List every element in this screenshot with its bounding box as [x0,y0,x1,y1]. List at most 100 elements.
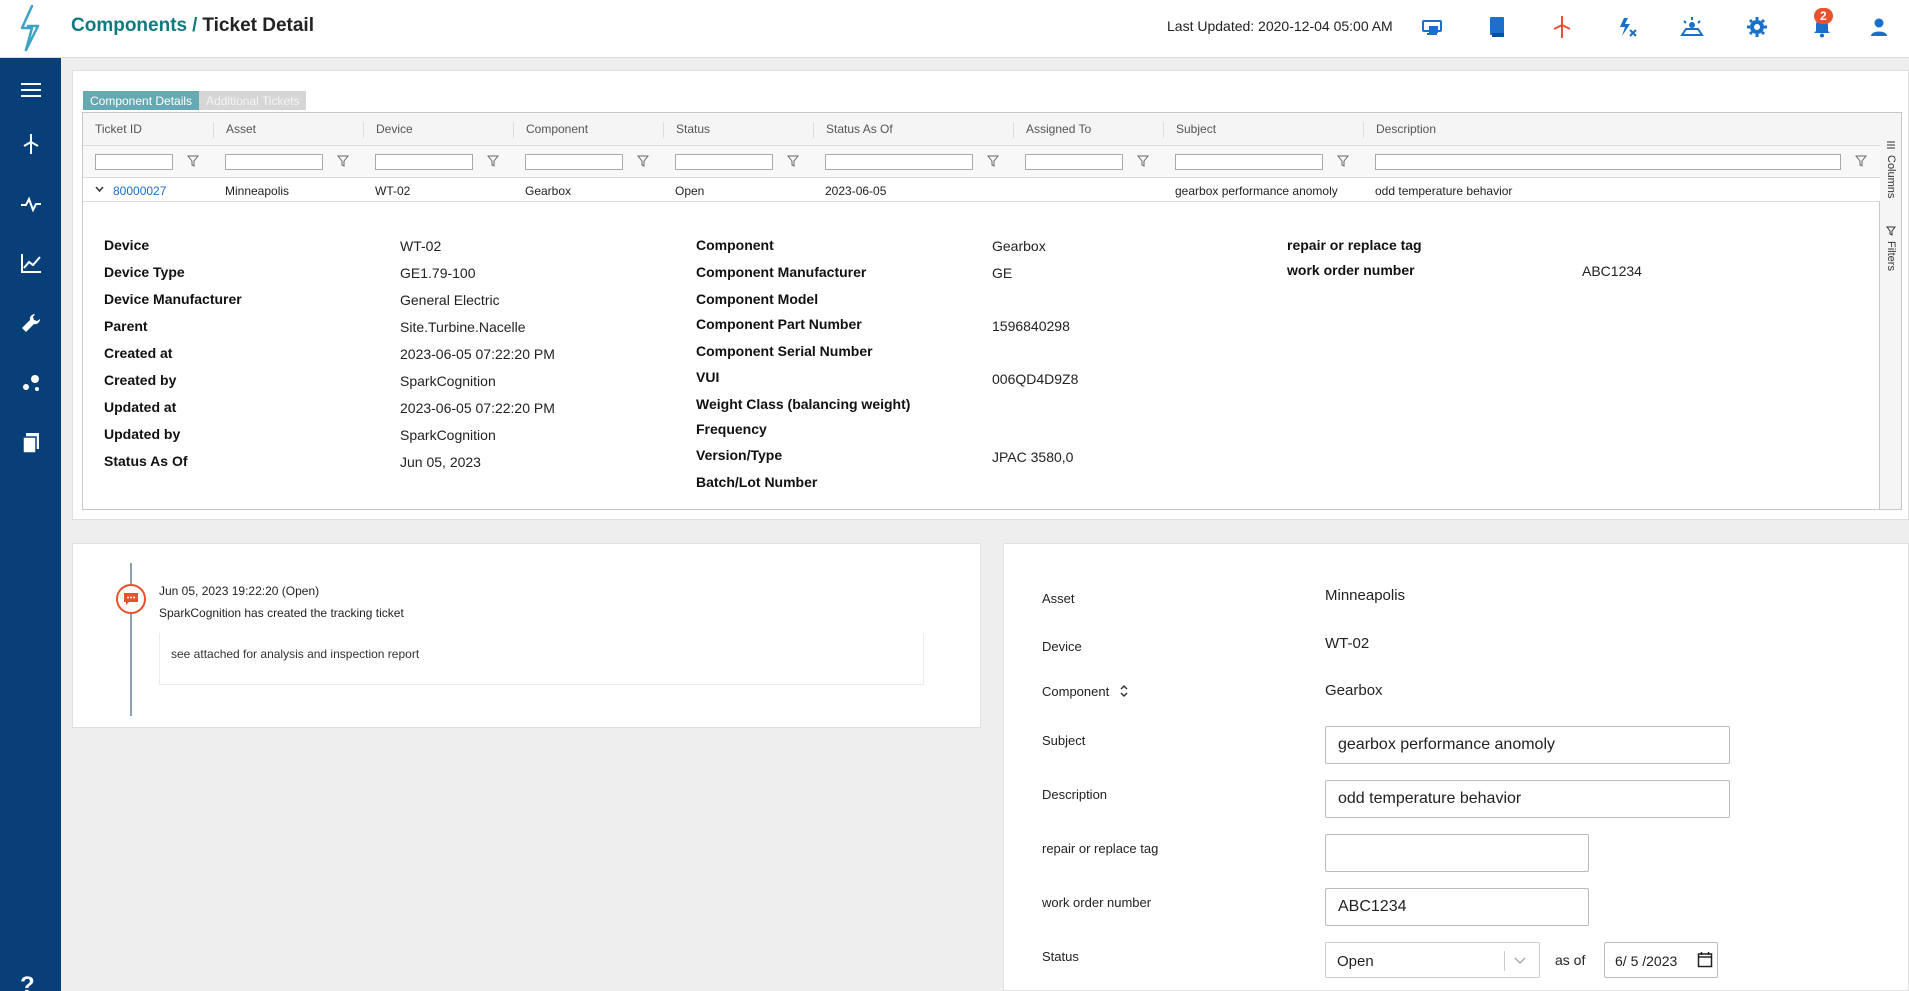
detail-label: work order number [1287,262,1415,278]
help-icon[interactable]: ? [20,972,35,991]
subject-filter-input[interactable] [1175,154,1323,170]
detail-value: General Electric [400,292,500,308]
detail-value: 2023-06-05 07:22:20 PM [400,346,555,362]
detail-value: WT-02 [400,238,442,254]
monitor-icon[interactable] [1415,12,1449,42]
column-header-device[interactable]: Device [363,122,413,138]
work-order-number-input[interactable] [1325,888,1589,926]
menu-icon[interactable] [0,70,61,110]
columns-icon[interactable] [1886,140,1896,150]
column-header-asset[interactable]: Asset [213,122,256,138]
timeline-note-text: see attached for analysis and inspection… [171,647,420,661]
column-header-ticket-id[interactable]: Ticket ID [83,122,142,138]
detail-label: Weight Class (balancing weight) [696,396,911,412]
status-filter-input[interactable] [675,154,773,170]
description-input[interactable] [1325,780,1730,818]
detail-value: Site.Turbine.Nacelle [400,319,526,335]
asset-value: Minneapolis [1325,587,1406,604]
filter-icon[interactable] [187,155,199,167]
column-header-assigned-to[interactable]: Assigned To [1013,122,1091,138]
detail-label: Updated by [104,426,181,442]
filter-icon[interactable] [987,155,999,167]
detail-value: Jun 05, 2023 [400,454,481,470]
ticket-id-link[interactable]: 80000027 [113,184,166,198]
filter-icon[interactable] [1855,155,1867,167]
assigned-to-filter-input[interactable] [1025,154,1123,170]
component-cell: Gearbox [525,184,572,198]
columns-tool-button[interactable]: Columns [1885,155,1897,198]
detail-label: Status As Of [104,453,188,469]
filter-icon[interactable] [1337,155,1349,167]
filter-icon[interactable] [1137,155,1149,167]
solar-icon[interactable] [1675,12,1709,42]
detail-value: 1596840298 [992,318,1070,334]
description-cell: odd temperature behavior [1375,184,1513,198]
status-date-input[interactable]: 6/ 5 /2023 [1604,942,1718,978]
filter-icon[interactable] [787,155,799,167]
chevron-down-icon[interactable] [95,186,104,193]
grid-header: Ticket ID Asset Device Component Status … [83,113,1881,146]
wrench-icon[interactable] [0,303,61,343]
subject-input[interactable] [1325,726,1730,764]
component-label: Component [1042,680,1129,699]
column-header-status-as-of[interactable]: Status As Of [813,122,893,138]
detail-value: 2023-06-05 07:22:20 PM [400,400,555,416]
device-filter-input[interactable] [375,154,473,170]
ticket-id-filter-input[interactable] [95,154,173,170]
documents-icon[interactable] [0,423,61,463]
column-header-component[interactable]: Component [513,122,588,138]
user-icon[interactable] [1862,12,1896,42]
component-value: Gearbox [1325,682,1383,699]
as-of-label: as of [1555,952,1586,968]
column-header-status[interactable]: Status [663,122,710,138]
detail-value: Gearbox [992,238,1046,254]
wind-turbine-icon[interactable] [1545,12,1579,42]
detail-label: Batch/Lot Number [696,474,818,490]
detail-label: Version/Type [696,447,783,463]
wind-turbine-icon[interactable] [0,124,61,164]
column-header-description[interactable]: Description [1363,122,1436,138]
filters-tool-button[interactable]: Filters [1885,241,1897,271]
sidebar: ? [0,58,61,991]
table-row[interactable]: 80000027 Minneapolis WT-02 Gearbox Open … [83,178,1881,202]
grid-tool-panel: Columns Filters [1880,112,1902,510]
description-filter-input[interactable] [1375,154,1841,170]
status-as-of-filter-input[interactable] [825,154,973,170]
detail-label: Device Manufacturer [104,291,242,307]
sort-icon[interactable] [1119,683,1129,699]
component-filter-input[interactable] [525,154,623,170]
detail-label: Created at [104,345,173,361]
calendar-icon[interactable] [1697,951,1713,968]
detail-label: Component Part Number [696,316,862,332]
device-value: WT-02 [1325,635,1370,652]
filter-icon[interactable] [1886,226,1896,236]
chevron-down-icon[interactable] [1514,957,1526,965]
repair-or-replace-tag-label: repair or replace tag [1042,841,1159,856]
device-label: Device [1042,639,1082,654]
breadcrumb-components-link[interactable]: Components [71,15,187,36]
chart-icon[interactable] [0,243,61,283]
pulse-icon[interactable] [0,184,61,224]
column-header-subject[interactable]: Subject [1163,122,1216,138]
work-order-number-label: work order number [1042,895,1152,910]
detail-label: Parent [104,318,148,334]
status-label: Status [1042,949,1079,964]
tab-additional-tickets[interactable]: Additional Tickets [199,91,307,110]
filter-icon[interactable] [487,155,499,167]
status-select[interactable]: Open [1325,942,1540,978]
filter-icon[interactable] [337,155,349,167]
gear-icon[interactable] [1740,12,1774,42]
filter-row [83,146,1881,178]
filter-icon[interactable] [637,155,649,167]
nodes-icon[interactable] [0,363,61,403]
book-icon[interactable] [1480,12,1514,42]
page-title: Ticket Detail [202,15,314,36]
tab-component-details[interactable]: Component Details [83,91,200,110]
logo-icon[interactable] [8,4,52,54]
power-icon[interactable] [1610,12,1644,42]
repair-or-replace-tag-input[interactable] [1325,834,1589,872]
detail-label: Created by [104,372,177,388]
asset-cell: Minneapolis [225,184,290,198]
asset-filter-input[interactable] [225,154,323,170]
status-date-value: 6/ 5 /2023 [1615,953,1678,969]
